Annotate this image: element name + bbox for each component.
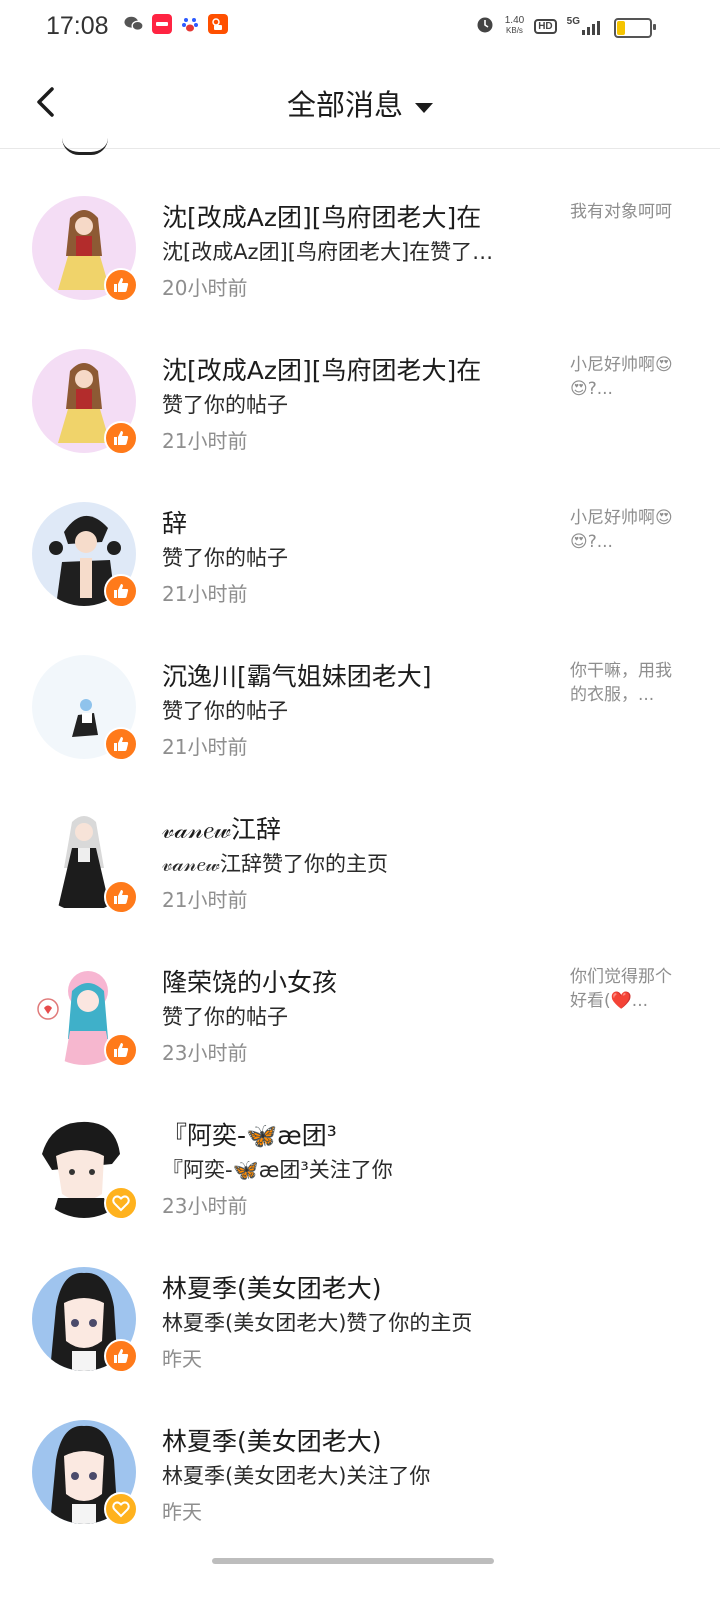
sender-name: 沉逸川[霸气姐妹团老大] (162, 662, 432, 691)
heart-icon (112, 1501, 130, 1518)
like-badge (104, 574, 138, 608)
like-badge (104, 880, 138, 914)
list-item[interactable]: 沈[改成Az团][鸟府团老大]在 赞了你的帖子 21小时前 小尼好帅啊😍😍?..… (0, 303, 720, 456)
message-time: 21小时前 (162, 888, 248, 912)
list-item[interactable]: 辞 赞了你的帖子 21小时前 小尼好帅啊😍😍?... (0, 456, 720, 609)
sender-name: 辞 (162, 509, 188, 538)
like-icon (114, 1349, 129, 1363)
kuaishou-icon (208, 14, 228, 34)
list-item[interactable]: 沈[改成Az团][鸟府团老大]在 沈[改成Az团][鸟府团老大]在赞了… 20小… (0, 150, 720, 303)
message-time: 23小时前 (162, 1041, 248, 1065)
message-text: 赞了你的帖子 (162, 393, 288, 417)
message-time: 21小时前 (162, 735, 248, 759)
like-badge (104, 1033, 138, 1067)
message-text: 赞了你的帖子 (162, 1005, 288, 1029)
like-icon (114, 278, 129, 292)
message-text: 𝓋𝒶𝓃𝑒𝓌江辞赞了你的主页 (162, 852, 388, 876)
message-time: 21小时前 (162, 429, 248, 453)
post-preview[interactable]: 你们觉得那个好看(❤️... (570, 965, 682, 1013)
like-badge (104, 421, 138, 455)
post-preview[interactable]: 小尼好帅啊😍😍?... (570, 353, 682, 401)
status-bar: 17:08 1.40 KB/s HD 5G (0, 0, 720, 56)
heart-icon (112, 1195, 130, 1212)
battery-icon (614, 18, 656, 38)
network-speed: 1.40 KB/s (505, 16, 524, 36)
follow-badge (104, 1492, 138, 1526)
page-title: 全部消息 (286, 88, 403, 122)
message-text: 『阿奕-🦋æ团³关注了你 (162, 1158, 393, 1182)
baidu-icon (180, 14, 200, 34)
like-badge (104, 1339, 138, 1373)
sender-name: 沈[改成Az团][鸟府团老大]在 (162, 203, 482, 232)
network-type: 5G (566, 16, 580, 27)
list-item[interactable]: 𝓋𝒶𝓃𝑒𝓌江辞 𝓋𝒶𝓃𝑒𝓌江辞赞了你的主页 21小时前 (0, 762, 720, 915)
sender-name: 林夏季(美女团老大) (162, 1274, 382, 1303)
like-badge (104, 727, 138, 761)
alarm-icon (475, 14, 495, 38)
home-indicator[interactable] (212, 1558, 494, 1564)
network-speed-unit: KB/s (506, 26, 523, 35)
like-badge (104, 268, 138, 302)
message-text: 赞了你的帖子 (162, 699, 288, 723)
hd-icon: HD (534, 18, 557, 34)
top-bar: 全部消息 (0, 60, 720, 149)
message-text: 林夏季(美女团老大)关注了你 (162, 1464, 431, 1488)
post-preview[interactable]: 小尼好帅啊😍😍?... (570, 506, 682, 554)
signal-icon (582, 17, 600, 35)
sender-name: 沈[改成Az团][鸟府团老大]在 (162, 356, 482, 385)
sender-name: 『阿奕-🦋æ团³ (162, 1121, 337, 1150)
message-time: 20小时前 (162, 276, 248, 300)
wechat-icon (124, 14, 144, 34)
like-icon (114, 890, 129, 904)
caret-down-icon (415, 102, 433, 113)
list-item[interactable]: 林夏季(美女团老大) 林夏季(美女团老大)赞了你的主页 昨天 (0, 1221, 720, 1374)
follow-badge (104, 1186, 138, 1220)
notification-icons (124, 14, 228, 34)
message-text: 沈[改成Az团][鸟府团老大]在赞了… (162, 240, 494, 264)
post-preview[interactable]: 我有对象呵呵 (570, 200, 682, 224)
message-text: 赞了你的帖子 (162, 546, 288, 570)
list-item[interactable]: 『阿奕-🦋æ团³ 『阿奕-🦋æ团³关注了你 23小时前 (0, 1068, 720, 1221)
network-speed-value: 1.40 (504, 15, 525, 26)
list-item[interactable]: 沉逸川[霸气姐妹团老大] 赞了你的帖子 21小时前 你干嘛，用我的衣服，... (0, 609, 720, 762)
like-icon (114, 1043, 129, 1057)
message-text: 林夏季(美女团老大)赞了你的主页 (162, 1311, 473, 1335)
list-item[interactable]: 林夏季(美女团老大) 林夏季(美女团老大)关注了你 昨天 (0, 1374, 720, 1527)
message-time: 23小时前 (162, 1194, 248, 1218)
status-time: 17:08 (46, 12, 109, 40)
like-icon (114, 584, 129, 598)
like-icon (114, 431, 129, 445)
sender-name: 隆荣饶的小女孩 (162, 968, 338, 997)
message-time: 昨天 (162, 1347, 202, 1371)
list-item[interactable]: 隆荣饶的小女孩 赞了你的帖子 23小时前 你们觉得那个好看(❤️... (0, 915, 720, 1068)
xiaohongshu-icon (152, 14, 172, 34)
message-time: 21小时前 (162, 582, 248, 606)
message-time: 昨天 (162, 1500, 202, 1524)
sender-name: 林夏季(美女团老大) (162, 1427, 382, 1456)
sender-name: 𝓋𝒶𝓃𝑒𝓌江辞 (162, 815, 282, 844)
signal-5g: 5G (566, 16, 600, 35)
system-icons: 1.40 KB/s HD 5G (475, 14, 600, 38)
message-filter-dropdown[interactable]: 全部消息 (0, 82, 720, 124)
like-icon (114, 737, 129, 751)
post-preview[interactable]: 你干嘛，用我的衣服，... (570, 659, 682, 707)
